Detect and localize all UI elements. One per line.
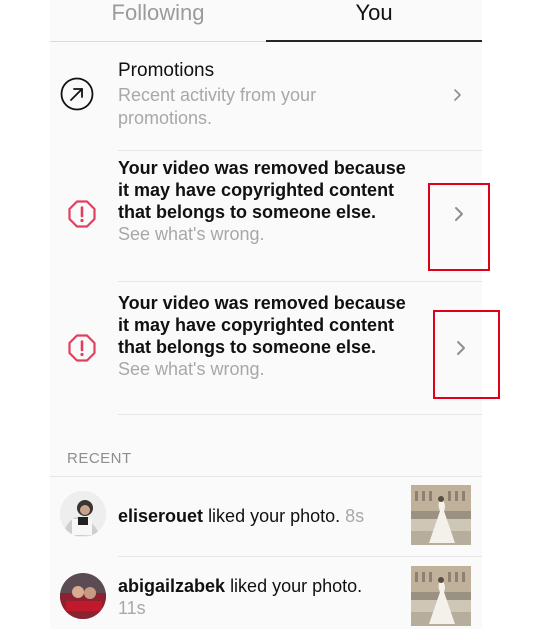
see-whats-wrong-link[interactable]: See what's wrong. bbox=[118, 359, 265, 379]
activity-username[interactable]: abigailzabek bbox=[118, 576, 225, 596]
post-thumbnail[interactable] bbox=[411, 566, 471, 626]
promotions-subtitle: Recent activity from your promotions. bbox=[118, 85, 317, 128]
activity-time-line: 11s bbox=[118, 597, 146, 619]
activity-time: 11s bbox=[118, 598, 146, 618]
row-divider bbox=[118, 556, 482, 557]
annotation-box bbox=[428, 183, 490, 271]
avatar[interactable] bbox=[60, 573, 106, 619]
post-thumbnail[interactable] bbox=[411, 485, 471, 545]
row-divider bbox=[118, 414, 482, 415]
tab-following[interactable]: Following bbox=[50, 0, 266, 42]
notification-message: Your video was removed because it may ha… bbox=[118, 158, 406, 222]
activity-action: liked your photo. bbox=[230, 576, 363, 596]
section-divider bbox=[50, 476, 482, 477]
arrow-up-right-circle-icon bbox=[60, 77, 94, 111]
activity-time: 8s bbox=[345, 506, 365, 526]
notification-text: Your video was removed because it may ha… bbox=[118, 292, 408, 380]
notification-text: Your video was removed because it may ha… bbox=[118, 157, 408, 245]
recent-section-header: RECENT bbox=[67, 450, 132, 467]
notification-message: Your video was removed because it may ha… bbox=[118, 293, 406, 357]
row-divider bbox=[118, 150, 482, 151]
row-divider bbox=[118, 281, 482, 282]
activity-text: eliserouet liked your photo. 8s bbox=[118, 505, 364, 527]
activity-username[interactable]: eliserouet bbox=[118, 506, 203, 526]
see-whats-wrong-link[interactable]: See what's wrong. bbox=[118, 224, 265, 244]
tab-active-indicator bbox=[266, 40, 482, 42]
alert-icon bbox=[68, 200, 96, 228]
annotation-box bbox=[433, 310, 500, 399]
tab-you[interactable]: You bbox=[266, 0, 482, 42]
avatar[interactable] bbox=[60, 491, 106, 537]
activity-tabs: Following You bbox=[50, 0, 482, 42]
activity-text: abigailzabek liked your photo. bbox=[118, 575, 362, 597]
promotions-title: Promotions bbox=[118, 60, 215, 81]
activity-action: liked your photo. bbox=[208, 506, 341, 526]
alert-icon bbox=[68, 334, 96, 362]
chevron-right-icon bbox=[454, 89, 461, 101]
